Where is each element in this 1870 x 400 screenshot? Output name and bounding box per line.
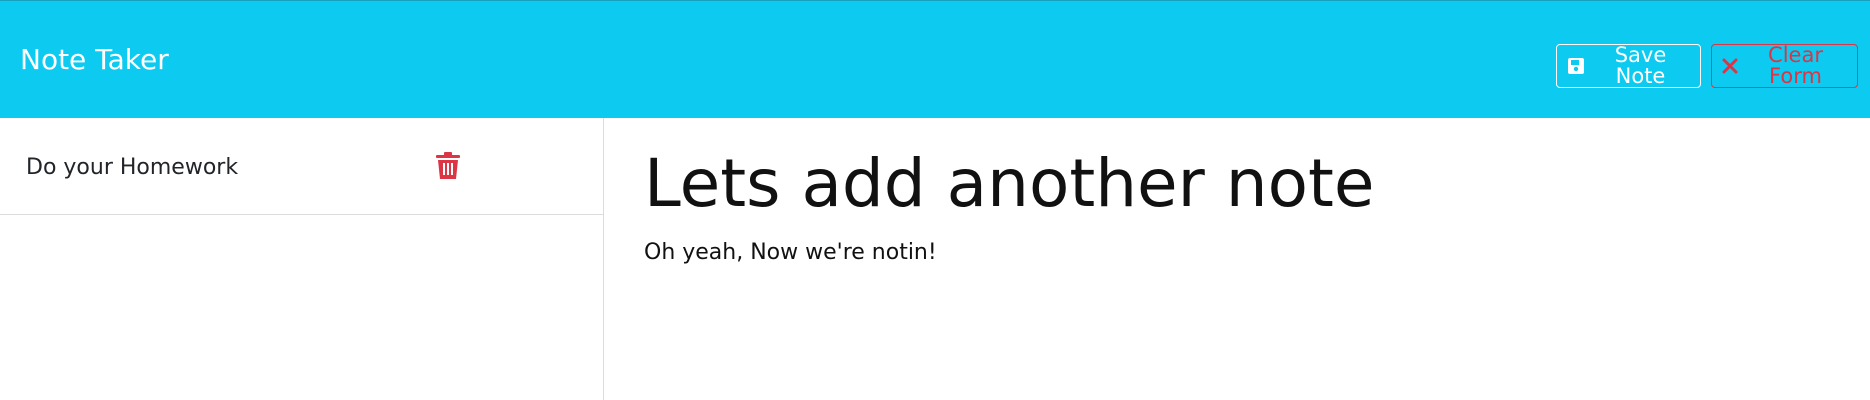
toolbar: Save Note Clear Form xyxy=(1556,44,1858,88)
note-list-item-title: Do your Homework xyxy=(26,155,239,180)
trash-icon[interactable] xyxy=(436,152,460,180)
clear-form-label: Clear Form xyxy=(1768,43,1823,88)
clear-form-button[interactable]: Clear Form xyxy=(1711,44,1858,88)
x-icon xyxy=(1722,58,1738,74)
note-list-item[interactable]: Do your Homework xyxy=(0,118,603,215)
note-title-input[interactable] xyxy=(644,142,1824,226)
save-note-label: Save Note xyxy=(1614,43,1667,88)
app-brand[interactable]: Note Taker xyxy=(20,43,169,77)
navbar: Note Taker Save Note Clear Form xyxy=(0,0,1870,118)
note-editor: Oh yeah, Now we're notin! xyxy=(605,118,1870,400)
note-text-area[interactable]: Oh yeah, Now we're notin! xyxy=(644,238,1824,358)
floppy-disk-icon xyxy=(1567,57,1585,75)
save-note-button[interactable]: Save Note xyxy=(1556,44,1701,88)
notes-sidebar: Do your Homework xyxy=(0,118,604,400)
